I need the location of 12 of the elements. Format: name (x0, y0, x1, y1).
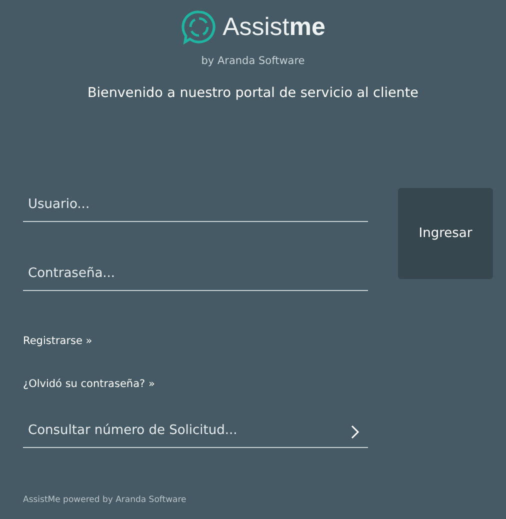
logo-text: Assistme (222, 12, 326, 42)
request-search-field[interactable]: Consultar número de Solicitud... (23, 415, 368, 448)
chevron-right-icon[interactable] (350, 425, 360, 439)
footer-text: AssistMe powered by Aranda Software (23, 495, 188, 505)
login-button[interactable]: Ingresar (398, 188, 493, 279)
username-field[interactable]: Usuario... (23, 189, 368, 222)
link[interactable]: ¿Olvidó su contraseña? » (23, 378, 155, 390)
password-field[interactable]: Contraseña... (23, 258, 368, 291)
link[interactable]: Registrarse » (23, 335, 92, 347)
logo-icon (180, 9, 217, 45)
byline: by Aranda Software (201, 55, 305, 67)
welcome-text: Bienvenido a nuestro portal de servicio al cliente (88, 85, 418, 101)
